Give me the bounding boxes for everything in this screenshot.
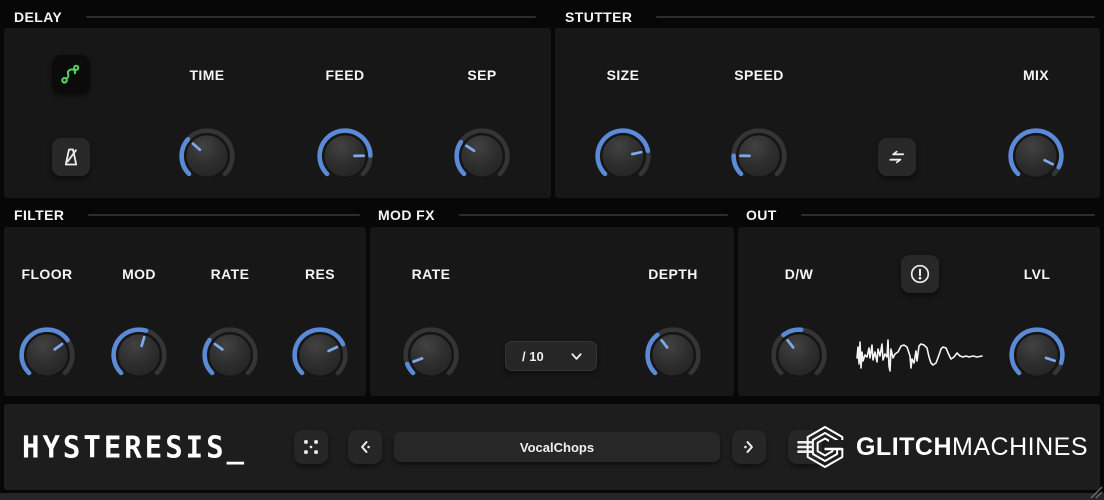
resize-grip[interactable] (1090, 486, 1103, 499)
chevron-down-icon (569, 349, 584, 364)
brand-text-bold: GLITCH (856, 433, 952, 461)
footer-bar: HYSTERESIS_ VocalChops GLITCHMACHINES (4, 404, 1100, 490)
stutter-size-knob[interactable]: SIZE (581, 65, 665, 185)
section-title-modfx: MOD FX (378, 208, 435, 222)
divider (801, 214, 1095, 216)
hysteresis-logo: HYSTERESIS_ (22, 402, 247, 491)
window-bottom-edge (0, 493, 1104, 500)
knob-label: RATE (412, 264, 451, 284)
dropdown-value: / 10 (522, 349, 544, 364)
knob-dial[interactable] (453, 127, 511, 185)
chevron-right-icon (738, 436, 760, 458)
brand-logo: GLITCHMACHINES (802, 404, 1088, 490)
alert-circle-icon (908, 262, 932, 286)
modfx-section: RATE / 10 DEPTH (370, 227, 734, 396)
knob-dial[interactable] (402, 326, 460, 384)
filter-section: FLOOR MOD RATE RES (4, 227, 366, 396)
glitchmachines-hex-icon (802, 424, 848, 470)
knob-label: RES (305, 264, 335, 284)
section-title-stutter: STUTTER (565, 10, 632, 24)
knob-dial[interactable] (18, 326, 76, 384)
knob-dial[interactable] (291, 326, 349, 384)
delay-section: TIME FEED SEP (4, 28, 551, 198)
delay-routing-button[interactable] (52, 55, 90, 93)
modfx-divider-dropdown[interactable]: / 10 (505, 341, 597, 371)
prev-preset-button[interactable] (348, 430, 382, 464)
preset-display[interactable]: VocalChops (394, 432, 720, 462)
metronome-icon (59, 145, 83, 169)
random-preset-button[interactable] (294, 430, 328, 464)
divider (459, 214, 728, 216)
knob-dial[interactable] (178, 127, 236, 185)
knob-label: FLOOR (22, 264, 73, 284)
signal-route-icon (58, 61, 84, 87)
knob-label: DEPTH (648, 264, 697, 284)
filter-rate-knob[interactable]: RATE (188, 264, 272, 384)
knob-dial[interactable] (594, 127, 652, 185)
filter-mod-knob[interactable]: MOD (97, 264, 181, 384)
section-title-filter: FILTER (14, 208, 64, 222)
section-title-delay: DELAY (14, 10, 62, 24)
modfx-depth-knob[interactable]: DEPTH (631, 264, 715, 384)
stutter-section: SIZE SPEED MIX (555, 28, 1100, 198)
filter-floor-knob[interactable]: FLOOR (5, 264, 89, 384)
out-header: OUT (746, 200, 1095, 230)
filter-header: FILTER (14, 200, 360, 230)
knob-label: FEED (326, 65, 365, 85)
knob-label: SPEED (734, 65, 783, 85)
knob-label: MIX (1023, 65, 1049, 85)
modfx-header: MOD FX (378, 200, 728, 230)
knob-label: TIME (189, 65, 224, 85)
knob-dial[interactable] (1007, 127, 1065, 185)
knob-dial[interactable] (110, 326, 168, 384)
knob-label: SEP (467, 65, 496, 85)
chevron-left-icon (354, 436, 376, 458)
knob-label: D/W (785, 264, 813, 284)
stutter-reverse-button[interactable] (878, 138, 916, 176)
divider (656, 16, 1095, 18)
plugin-window: DELAY STUTTER TIME FEED SEP SIZE SPEED M… (0, 0, 1104, 500)
swap-arrows-icon (885, 145, 909, 169)
out-dw-knob[interactable]: D/W (757, 264, 841, 384)
knob-dial[interactable] (201, 326, 259, 384)
waveform-display (855, 333, 985, 379)
section-title-out: OUT (746, 208, 777, 222)
next-preset-button[interactable] (732, 430, 766, 464)
stutter-speed-knob[interactable]: SPEED (717, 65, 801, 185)
stutter-mix-knob[interactable]: MIX (994, 65, 1078, 185)
knob-dial[interactable] (770, 326, 828, 384)
knob-label: MOD (122, 264, 156, 284)
divider (86, 16, 536, 18)
delay-time-knob[interactable]: TIME (165, 65, 249, 185)
delay-feed-knob[interactable]: FEED (303, 65, 387, 185)
knob-dial[interactable] (730, 127, 788, 185)
dice-icon (300, 436, 322, 458)
delay-sync-button[interactable] (52, 138, 90, 176)
preset-name: VocalChops (520, 440, 594, 455)
out-lvl-knob[interactable]: LVL (995, 264, 1079, 384)
knob-label: RATE (211, 264, 250, 284)
out-section: D/W LVL (738, 227, 1100, 396)
delay-sep-knob[interactable]: SEP (440, 65, 524, 185)
knob-dial[interactable] (1008, 326, 1066, 384)
out-limiter-button[interactable] (901, 255, 939, 293)
knob-label: LVL (1024, 264, 1051, 284)
brand-text-light: MACHINES (952, 433, 1088, 461)
knob-label: SIZE (607, 65, 640, 85)
knob-dial[interactable] (316, 127, 374, 185)
modfx-rate-knob[interactable]: RATE (389, 264, 473, 384)
divider (88, 214, 360, 216)
filter-res-knob[interactable]: RES (278, 264, 362, 384)
knob-dial[interactable] (644, 326, 702, 384)
